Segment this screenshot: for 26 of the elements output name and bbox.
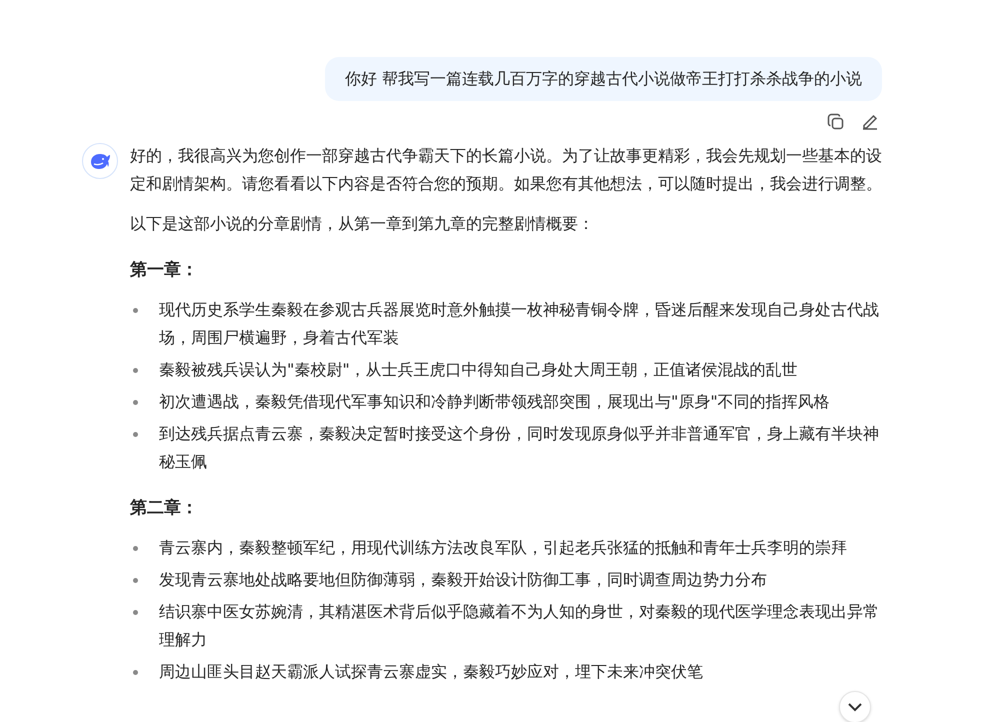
copy-icon[interactable] [826,112,846,132]
user-message: 你好 帮我写一篇连载几百万字的穿越古代小说做帝王打打杀杀战争的小说 [324,57,882,101]
bullet-icon [133,308,138,313]
list-item-text: 青云寨内，秦毅整顿军纪，用现代训练方法改良军队，引起老兵张猛的抵触和青年士兵李明的崇拜 [159,537,847,559]
bullet-icon [133,400,138,405]
scroll-down-button[interactable] [839,691,871,722]
assistant-avatar [82,143,118,179]
chevron-down-icon [848,702,862,712]
bullet-icon [133,432,138,437]
list-item-text: 初次遭遇战，秦毅凭借现代军事知识和冷静判断带领残部突围，展现出与"原身"不同的指挥风格 [159,391,830,413]
chapter-heading: 第二章： [130,497,199,520]
edit-icon[interactable] [860,112,880,132]
list-item-text: 到达残兵据点青云寨，秦毅决定暂时接受这个身份，同时发现原身似乎并非普通军官，身上藏有半块神秘玉佩 [159,423,880,473]
chapter-heading: 第一章： [130,259,199,282]
reply-paragraph: 以下是这部小说的分章剧情，从第一章到第九章的完整剧情概要： [130,213,595,235]
list-item-text: 秦毅被残兵误认为"秦校尉"，从士兵王虎口中得知自己身处大周王朝，正值诸侯混战的乱世 [159,359,798,381]
reply-paragraph: 好的，我很高兴为您创作一部穿越古代争霸天下的长篇小说。为了让故事更精彩，我会先规划一些基本的设定和剧情架构。请您看看以下内容是否符合您的预期。如果您有其他想法，可以随时提出，我会进行调整。 [130,145,882,195]
list-item-text: 周边山匪头目赵天霸派人试探青云寨虚实，秦毅巧妙应对，埋下未来冲突伏笔 [159,661,703,683]
bullet-icon [133,546,138,551]
bullet-icon [133,610,138,615]
list-item-text: 现代历史系学生秦毅在参观古兵器展览时意外触摸一枚神秘青铜令牌，昏迷后醒来发现自己身处古代战场，周围尸横遍野，身着古代军装 [159,299,880,349]
bullet-icon [133,368,138,373]
bullet-icon [133,670,138,675]
bullet-icon [133,578,138,583]
list-item-text: 结识寨中医女苏婉清，其精湛医术背后似乎隐藏着不为人知的身世，对秦毅的现代医学理念表现出异常理解力 [159,601,880,651]
list-item-text: 发现青云寨地处战略要地但防御薄弱，秦毅开始设计防御工事，同时调查周边势力分布 [159,569,767,591]
